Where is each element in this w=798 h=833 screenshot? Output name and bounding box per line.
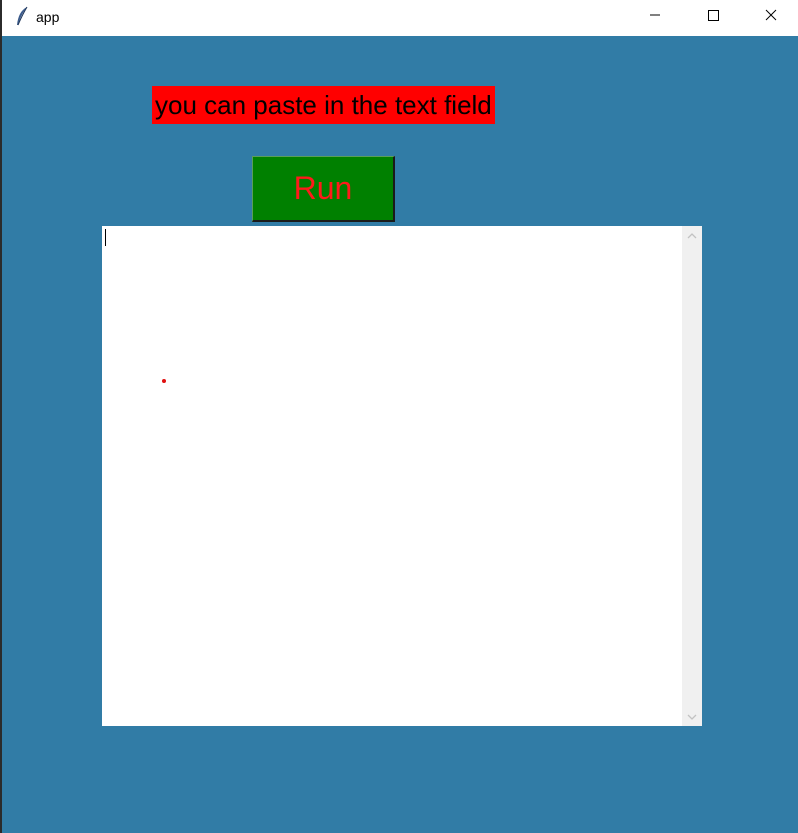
minimize-icon [649,8,661,26]
chevron-up-icon [687,226,697,244]
maximize-button[interactable] [690,0,736,34]
maximize-icon [707,8,719,26]
run-button[interactable]: Run [252,156,395,222]
chevron-down-icon [687,708,697,726]
minimize-button[interactable] [632,0,678,34]
text-area [102,226,702,726]
scroll-down-button[interactable] [682,708,702,726]
red-dot-mark [162,379,166,383]
text-field[interactable] [102,226,682,726]
feather-icon [14,6,30,28]
close-icon [765,8,777,26]
window-title: app [36,9,60,25]
scroll-up-button[interactable] [682,226,702,244]
text-cursor [105,229,106,246]
instruction-label: you can paste in the text field [152,86,495,124]
title-bar[interactable]: app [2,0,798,36]
close-button[interactable] [748,0,794,34]
vertical-scrollbar[interactable] [682,226,702,726]
window-left-edge [0,0,2,833]
